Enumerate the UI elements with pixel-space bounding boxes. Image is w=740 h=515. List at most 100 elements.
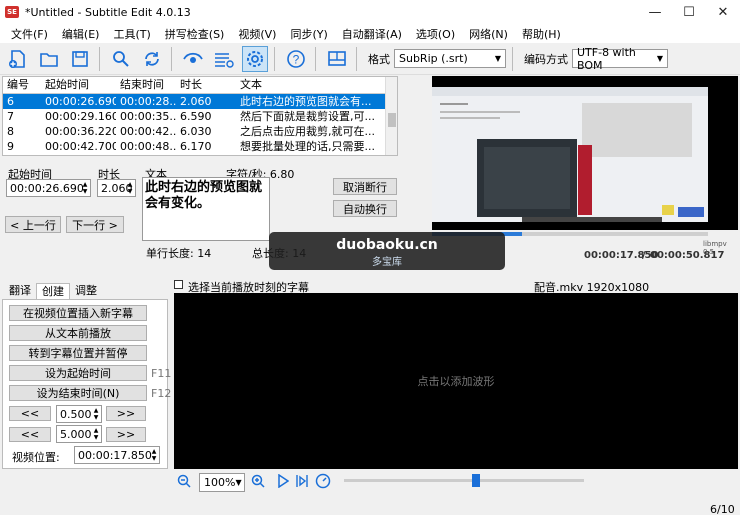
large-step-value: 5.000 (60, 427, 92, 441)
step-forward-button[interactable]: >> (106, 406, 146, 421)
play-from-text-button[interactable]: 从文本前播放 (9, 325, 147, 341)
watermark-name: 多宝库 (372, 257, 402, 268)
encoding-value: UTF-8 with BOM (577, 45, 636, 72)
find-icon[interactable] (108, 46, 134, 72)
zoom-in-icon[interactable] (251, 474, 265, 491)
layout-icon[interactable] (324, 46, 350, 72)
big-step-back-button[interactable]: << (9, 427, 51, 442)
menu-autotranslate[interactable]: 自动翻译(A) (335, 26, 409, 42)
set-end-button[interactable]: 设为结束时间(N) (9, 385, 147, 401)
video-frame (432, 87, 708, 222)
spin-arrows-icon[interactable]: ▲ ▼ (81, 181, 89, 195)
cell-number: 7 (7, 110, 14, 123)
column-header-number[interactable]: 编号 (3, 77, 41, 93)
small-step-input[interactable]: 0.500 ▲ ▼ (56, 405, 102, 423)
encoding-label: 编码方式 (524, 52, 568, 66)
table-row[interactable]: 7 00:00:29.160 00:00:35.... 6.590 然后下面就是… (3, 109, 397, 124)
menu-tools[interactable]: 工具(T) (106, 26, 157, 42)
play-selection-icon[interactable] (295, 474, 309, 491)
spin-arrows-icon[interactable]: ▲ ▼ (150, 448, 158, 462)
goto-and-pause-button[interactable]: 转到字幕位置并暂停 (9, 345, 147, 361)
menu-network[interactable]: 网络(N) (462, 26, 515, 42)
tab-create[interactable]: 创建 (36, 283, 70, 299)
cell-text: 想要批量处理的话,只需要... (240, 140, 375, 153)
video-position-input[interactable]: 00:00:17.850 ▲ ▼ (74, 446, 160, 464)
bottom-tabs: 翻译 创建 调整 (4, 283, 102, 299)
menu-file[interactable]: 文件(F) (4, 26, 55, 42)
prev-line-button[interactable]: < 上一行 (5, 216, 61, 233)
tab-adjust[interactable]: 调整 (70, 283, 102, 299)
cell-text: 此时右边的预览图就会有... (240, 95, 372, 108)
window-title: *Untitled - Subtitle Edit 4.0.13 (25, 5, 191, 19)
menu-bar: 文件(F) 编辑(E) 工具(T) 拼写检查(S) 视频(V) 同步(Y) 自动… (0, 24, 740, 43)
insert-at-video-button[interactable]: 在视频位置插入新字幕 (9, 305, 147, 321)
play-icon[interactable] (277, 473, 290, 491)
tab-translate[interactable]: 翻译 (4, 283, 36, 299)
slider-thumb[interactable] (472, 474, 480, 487)
replace-icon[interactable] (139, 46, 165, 72)
spin-arrows-icon[interactable]: ▲ ▼ (126, 181, 134, 195)
cell-number: 6 (7, 95, 14, 108)
big-step-forward-button[interactable]: >> (106, 427, 146, 442)
toolbar-separator (171, 46, 172, 71)
format-select[interactable]: SubRip (.srt) ▼ (394, 49, 506, 68)
next-line-button[interactable]: 下一行 > (66, 216, 124, 233)
visual-sync-icon[interactable] (180, 46, 206, 72)
line-counter: 6/10 (710, 503, 735, 515)
video-player[interactable] (432, 76, 708, 230)
large-step-input[interactable]: 5.000 ▲ ▼ (56, 425, 102, 443)
zoom-select[interactable]: 100% ▼ (199, 472, 245, 492)
column-header-start[interactable]: 起始时间 (41, 77, 116, 93)
waveform-position-slider[interactable] (344, 479, 584, 482)
speedometer-icon[interactable] (315, 473, 331, 492)
waveform-panel[interactable]: 点击以添加波形 (174, 293, 738, 469)
subtitle-grid[interactable]: 编号 起始时间 结束时间 时长 文本 6 00:00:26.690 00:00:… (2, 76, 398, 156)
zoom-out-icon[interactable] (177, 474, 191, 491)
cell-duration: 6.030 (180, 125, 212, 138)
close-button[interactable]: ✕ (706, 0, 740, 24)
status-bar: 6/10 (0, 503, 740, 515)
table-row[interactable]: 9 00:00:42.700 00:00:48.... 6.170 想要批量处理… (3, 139, 397, 154)
new-file-icon[interactable] (5, 46, 31, 72)
video-side-area (708, 76, 738, 230)
spin-arrows-icon[interactable]: ▲ ▼ (92, 407, 100, 421)
unbreak-button[interactable]: 取消断行 (333, 178, 397, 195)
start-time-input[interactable]: 00:00:26.690 ▲ ▼ (6, 179, 91, 197)
maximize-button[interactable]: ☐ (672, 0, 706, 24)
subtitle-text-editor[interactable]: 此时右边的预览图就会有变化。 (142, 177, 270, 241)
toolbar-separator (512, 46, 513, 71)
scroll-thumb[interactable] (388, 113, 396, 127)
settings-gear-icon[interactable] (242, 45, 268, 72)
column-header-text[interactable]: 文本 (236, 77, 384, 93)
chevron-down-icon: ▼ (656, 54, 663, 63)
menu-spellcheck[interactable]: 拼写检查(S) (158, 26, 232, 42)
duration-input[interactable]: 2.060 ▲ ▼ (97, 179, 136, 197)
open-folder-icon[interactable] (36, 46, 62, 72)
sync-checkbox[interactable] (174, 280, 183, 289)
toolbar-separator (274, 46, 275, 71)
column-header-end[interactable]: 结束时间 (116, 77, 176, 93)
auto-break-button[interactable]: 自动换行 (333, 200, 397, 217)
grid-header: 编号 起始时间 结束时间 时长 文本 (3, 77, 397, 94)
step-back-button[interactable]: << (9, 406, 51, 421)
table-row[interactable]: 8 00:00:36.220 00:00:42.... 6.030 之后点击应用… (3, 124, 397, 139)
small-step-value: 0.500 (60, 407, 92, 421)
encoding-select[interactable]: UTF-8 with BOM ▼ (572, 46, 668, 72)
menu-help[interactable]: 帮助(H) (515, 26, 568, 42)
menu-video[interactable]: 视频(V) (231, 26, 283, 42)
minimize-button[interactable]: — (638, 0, 672, 24)
menu-edit[interactable]: 编辑(E) (55, 26, 107, 42)
set-start-button[interactable]: 设为起始时间 (9, 365, 147, 381)
grid-scrollbar[interactable] (385, 77, 397, 155)
column-header-duration[interactable]: 时长 (176, 77, 236, 93)
menu-options[interactable]: 选项(O) (409, 26, 462, 42)
help-icon[interactable]: ? (283, 46, 309, 72)
cell-start: 00:00:29.160 (45, 110, 116, 123)
adjust-lines-icon[interactable] (211, 46, 237, 72)
table-row[interactable]: 6 00:00:26.690 00:00:28.... 2.060 此时右边的预… (3, 94, 397, 109)
save-icon[interactable] (67, 46, 93, 72)
menu-sync[interactable]: 同步(Y) (283, 26, 334, 42)
spin-arrows-icon[interactable]: ▲ ▼ (92, 427, 100, 441)
toolbar-separator (356, 46, 357, 71)
video-position-value: 00:00:17.850 (78, 448, 152, 462)
